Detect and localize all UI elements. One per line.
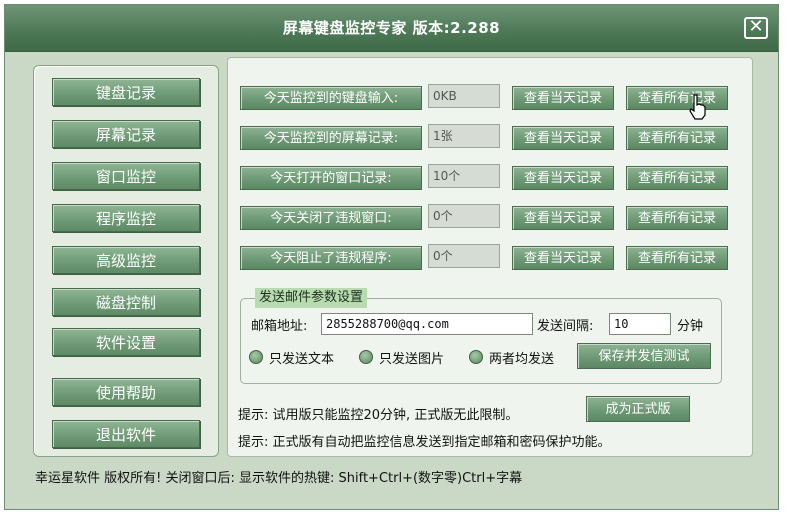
sidebar: 键盘记录 屏幕记录 窗口监控 程序监控 高级监控 磁盘控制 软件设置 使用帮助 …	[33, 65, 219, 457]
upgrade-button[interactable]: 成为正式版	[586, 396, 690, 422]
blocked-program-count-value: 0个	[428, 244, 500, 268]
screen-record-count-button[interactable]: 今天监控到的屏幕记录:	[240, 126, 422, 150]
image-only-label[interactable]: 只发送图片	[379, 348, 444, 367]
keyboard-view-today-button[interactable]: 查看当天记录	[512, 86, 614, 110]
title-bar: 屏幕键盘监控专家 版本:2.288 ✕	[5, 5, 778, 52]
email-address-label: 邮箱地址:	[251, 319, 308, 334]
close-icon[interactable]: ✕	[744, 17, 768, 39]
window-title: 屏幕键盘监控专家 版本:2.288	[282, 19, 501, 37]
send-interval-label: 发送间隔:	[537, 319, 594, 334]
closed-violation-count-value: 0个	[428, 204, 500, 228]
email-address-input[interactable]	[321, 313, 533, 335]
blocked-program-count-button[interactable]: 今天阻止了违规程序:	[240, 246, 422, 270]
text-only-radio[interactable]	[249, 350, 263, 364]
sidebar-item-advanced-monitor[interactable]: 高级监控	[52, 246, 200, 274]
sidebar-item-help[interactable]: 使用帮助	[52, 378, 200, 406]
email-settings-group: 发送邮件参数设置 邮箱地址: 发送间隔: 分钟 只发送文本 只发送图片 两者均发…	[240, 288, 722, 384]
sidebar-item-keyboard-log[interactable]: 键盘记录	[52, 78, 200, 106]
opened-window-count-button[interactable]: 今天打开的窗口记录:	[240, 166, 422, 190]
app-window: 屏幕键盘监控专家 版本:2.288 ✕ 键盘记录 屏幕记录 窗口监控 程序监控 …	[4, 4, 779, 510]
closed-violation-count-button[interactable]: 今天关闭了违规窗口:	[240, 206, 422, 230]
tip-auto-send: 提示: 正式版有自动把监控信息发送到指定邮箱和密码保护功能。	[238, 435, 611, 450]
window-view-all-button[interactable]: 查看所有记录	[626, 166, 728, 190]
email-settings-legend: 发送邮件参数设置	[255, 288, 368, 308]
window-view-today-button[interactable]: 查看当天记录	[512, 166, 614, 190]
screen-record-count-value: 1张	[428, 124, 500, 148]
closed-view-today-button[interactable]: 查看当天记录	[512, 206, 614, 230]
main-content: 今天监控到的键盘输入: 0KB 查看当天记录 查看所有记录 今天监控到的屏幕记录…	[227, 57, 753, 457]
blocked-view-all-button[interactable]: 查看所有记录	[626, 246, 728, 270]
screen-view-today-button[interactable]: 查看当天记录	[512, 126, 614, 150]
sidebar-item-exit[interactable]: 退出软件	[52, 420, 200, 448]
status-bar: 幸运星软件 版权所有! 关闭窗口后: 显示软件的热键: Shift+Ctrl+(…	[35, 471, 523, 486]
send-interval-input[interactable]	[609, 313, 671, 335]
opened-window-count-value: 10个	[428, 164, 500, 188]
keyboard-view-all-button[interactable]: 查看所有记录	[626, 86, 728, 110]
sidebar-item-screen-log[interactable]: 屏幕记录	[52, 120, 200, 148]
both-radio[interactable]	[469, 350, 483, 364]
sidebar-item-disk-control[interactable]: 磁盘控制	[52, 288, 200, 316]
keyboard-input-count-button[interactable]: 今天监控到的键盘输入:	[240, 86, 422, 110]
send-interval-unit: 分钟	[677, 319, 704, 334]
text-only-label[interactable]: 只发送文本	[269, 348, 334, 367]
sidebar-item-settings[interactable]: 软件设置	[52, 328, 200, 356]
image-only-radio[interactable]	[359, 350, 373, 364]
blocked-view-today-button[interactable]: 查看当天记录	[512, 246, 614, 270]
both-label[interactable]: 两者均发送	[489, 348, 554, 367]
tip-trial-limit: 提示: 试用版只能监控20分钟, 正式版无此限制。	[238, 408, 519, 423]
keyboard-input-count-value: 0KB	[428, 84, 500, 108]
closed-view-all-button[interactable]: 查看所有记录	[626, 206, 728, 230]
save-and-test-button[interactable]: 保存并发信测试	[577, 343, 711, 369]
sidebar-item-window-monitor[interactable]: 窗口监控	[52, 162, 200, 190]
screen-view-all-button[interactable]: 查看所有记录	[626, 126, 728, 150]
sidebar-item-program-monitor[interactable]: 程序监控	[52, 204, 200, 232]
hand-cursor-icon	[689, 94, 706, 120]
